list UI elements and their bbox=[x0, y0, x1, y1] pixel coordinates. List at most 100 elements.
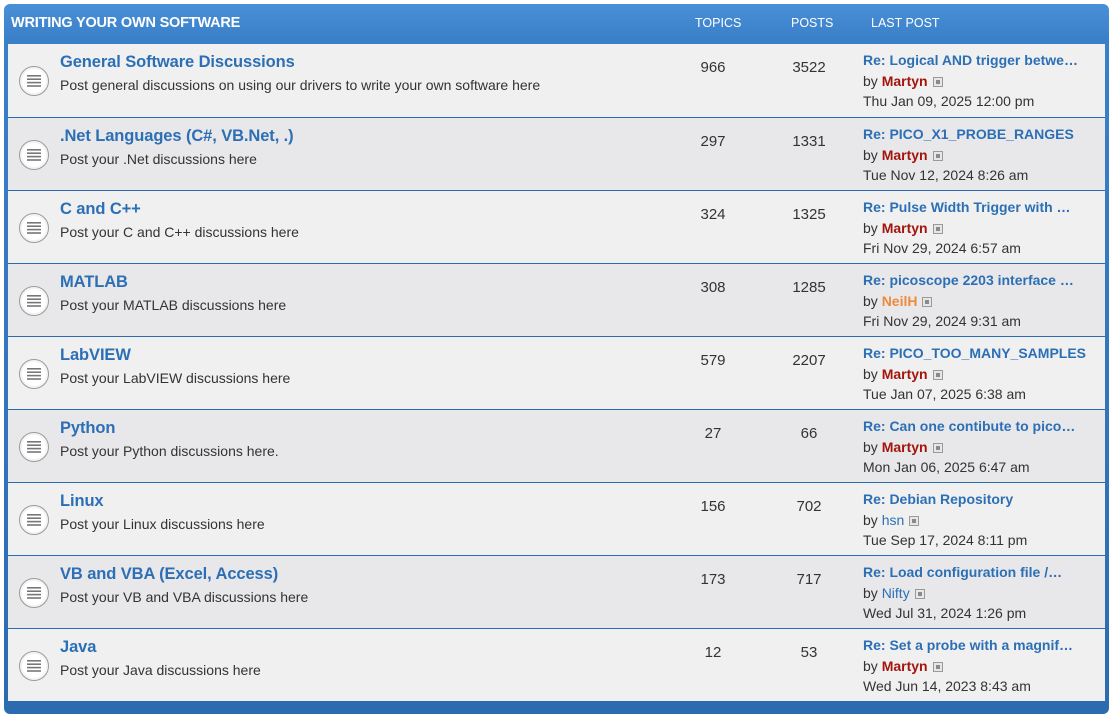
last-post-by-label: by bbox=[863, 658, 878, 674]
last-post-time: Fri Nov 29, 2024 6:57 am bbox=[863, 240, 1021, 256]
forum-posts-count: 1325 bbox=[792, 206, 826, 223]
forum-row: Python Post your Python discussions here… bbox=[8, 410, 1105, 483]
last-post-title-link[interactable]: Re: Set a probe with a magnif… bbox=[863, 637, 1098, 653]
forum-description: Post your Linux discussions here bbox=[60, 516, 265, 532]
forum-title-link[interactable]: C and C++ bbox=[60, 200, 141, 219]
last-post-title-link[interactable]: Re: Logical AND trigger betwe… bbox=[863, 52, 1098, 68]
last-post-by-label: by bbox=[863, 512, 878, 528]
forum-description: Post your Java discussions here bbox=[60, 662, 261, 678]
forum-topics-count: 297 bbox=[700, 133, 726, 150]
view-latest-post-icon[interactable] bbox=[932, 370, 943, 380]
last-post-by-label: by bbox=[863, 439, 878, 455]
forum-read-icon bbox=[19, 140, 49, 170]
last-post-user-link[interactable]: Martyn bbox=[882, 220, 928, 236]
forum-list: General Software Discussions Post genera… bbox=[8, 44, 1105, 702]
last-post-title-link[interactable]: Re: PICO_X1_PROBE_RANGES bbox=[863, 126, 1098, 142]
last-post-author: by NeilH bbox=[863, 293, 933, 309]
forum-title-link[interactable]: VB and VBA (Excel, Access) bbox=[60, 565, 278, 584]
view-latest-post-icon[interactable] bbox=[922, 297, 933, 307]
last-post-user-link[interactable]: NeilH bbox=[882, 293, 918, 309]
last-post-time: Wed Jul 31, 2024 1:26 pm bbox=[863, 605, 1027, 621]
forum-topics-count: 12 bbox=[704, 644, 722, 661]
last-post-user-link[interactable]: Martyn bbox=[882, 366, 928, 382]
forum-title-link[interactable]: .Net Languages (C#, VB.Net, .) bbox=[60, 127, 294, 146]
last-post-user-link[interactable]: Nifty bbox=[882, 585, 910, 601]
last-post-by-label: by bbox=[863, 220, 878, 236]
forum-title-link[interactable]: Java bbox=[60, 638, 96, 657]
view-latest-post-icon[interactable] bbox=[932, 443, 943, 453]
forum-description: Post your MATLAB discussions here bbox=[60, 297, 287, 313]
forum-posts-count: 66 bbox=[800, 425, 818, 442]
last-post-title-link[interactable]: Re: PICO_TOO_MANY_SAMPLES bbox=[863, 345, 1098, 361]
forum-title-link[interactable]: MATLAB bbox=[60, 273, 128, 292]
last-post-author: by Martyn bbox=[863, 439, 943, 455]
last-post-title-link[interactable]: Re: Pulse Width Trigger with … bbox=[863, 199, 1098, 215]
topics-column-header: TOPICS bbox=[695, 16, 742, 30]
forum-row: Linux Post your Linux discussions here 1… bbox=[8, 483, 1105, 556]
last-post-author: by Nifty bbox=[863, 585, 925, 601]
forum-description: Post general discussions on using our dr… bbox=[60, 77, 541, 93]
last-post-user-link[interactable]: Martyn bbox=[882, 439, 928, 455]
forum-description: Post your Python discussions here. bbox=[60, 443, 279, 459]
view-latest-post-icon[interactable] bbox=[932, 662, 943, 672]
last-post-title-link[interactable]: Re: Load configuration file /… bbox=[863, 564, 1098, 580]
view-latest-post-icon[interactable] bbox=[914, 589, 925, 599]
last-post-by-label: by bbox=[863, 73, 878, 89]
last-post-time: Thu Jan 09, 2025 12:00 pm bbox=[863, 93, 1035, 109]
last-post-time: Tue Nov 12, 2024 8:26 am bbox=[863, 167, 1029, 183]
last-post-author: by Martyn bbox=[863, 73, 943, 89]
last-post-user-link[interactable]: Martyn bbox=[882, 147, 928, 163]
forum-topics-count: 27 bbox=[704, 425, 722, 442]
forum-row: Java Post your Java discussions here 12 … bbox=[8, 629, 1105, 702]
forum-posts-count: 3522 bbox=[792, 59, 826, 76]
forum-posts-count: 717 bbox=[796, 571, 822, 588]
last-post-author: by hsn bbox=[863, 512, 920, 528]
forum-topics-count: 308 bbox=[700, 279, 726, 296]
category-title[interactable]: WRITING YOUR OWN SOFTWARE bbox=[11, 15, 240, 31]
forum-read-icon bbox=[19, 66, 49, 96]
view-latest-post-icon[interactable] bbox=[932, 151, 943, 161]
last-post-user-link[interactable]: Martyn bbox=[882, 73, 928, 89]
forum-read-icon bbox=[19, 505, 49, 535]
forum-description: Post your C and C++ discussions here bbox=[60, 224, 299, 240]
forum-posts-count: 1285 bbox=[792, 279, 826, 296]
last-post-time: Tue Sep 17, 2024 8:11 pm bbox=[863, 532, 1028, 548]
forum-read-icon bbox=[19, 578, 49, 608]
last-post-author: by Martyn bbox=[863, 658, 943, 674]
forum-title-link[interactable]: General Software Discussions bbox=[60, 53, 295, 72]
forum-topics-count: 579 bbox=[700, 352, 726, 369]
last-post-by-label: by bbox=[863, 147, 878, 163]
forum-topics-count: 173 bbox=[700, 571, 726, 588]
last-post-author: by Martyn bbox=[863, 220, 943, 236]
last-post-column-header: LAST POST bbox=[871, 16, 940, 30]
forum-read-icon bbox=[19, 651, 49, 681]
forum-description: Post your .Net discussions here bbox=[60, 151, 257, 167]
last-post-user-link[interactable]: Martyn bbox=[882, 658, 928, 674]
last-post-time: Wed Jun 14, 2023 8:43 am bbox=[863, 678, 1031, 694]
last-post-title-link[interactable]: Re: Debian Repository bbox=[863, 491, 1098, 507]
forum-row: VB and VBA (Excel, Access) Post your VB … bbox=[8, 556, 1105, 629]
forum-topics-count: 966 bbox=[700, 59, 726, 76]
forum-title-link[interactable]: Python bbox=[60, 419, 115, 438]
forum-posts-count: 1331 bbox=[792, 133, 826, 150]
forum-read-icon bbox=[19, 359, 49, 389]
view-latest-post-icon[interactable] bbox=[932, 224, 943, 234]
last-post-by-label: by bbox=[863, 585, 878, 601]
forum-topics-count: 156 bbox=[700, 498, 726, 515]
forum-title-link[interactable]: Linux bbox=[60, 492, 104, 511]
last-post-title-link[interactable]: Re: picoscope 2203 interface … bbox=[863, 272, 1098, 288]
forum-read-icon bbox=[19, 286, 49, 316]
forum-category-block: WRITING YOUR OWN SOFTWARE TOPICS POSTS L… bbox=[4, 4, 1109, 714]
last-post-time: Tue Jan 07, 2025 6:38 am bbox=[863, 386, 1026, 402]
last-post-by-label: by bbox=[863, 366, 878, 382]
view-latest-post-icon[interactable] bbox=[932, 77, 943, 87]
view-latest-post-icon[interactable] bbox=[909, 516, 920, 526]
last-post-user-link[interactable]: hsn bbox=[882, 512, 905, 528]
forum-row: MATLAB Post your MATLAB discussions here… bbox=[8, 264, 1105, 337]
last-post-title-link[interactable]: Re: Can one contibute to pico… bbox=[863, 418, 1098, 434]
forum-read-icon bbox=[19, 213, 49, 243]
forum-row: LabVIEW Post your LabVIEW discussions he… bbox=[8, 337, 1105, 410]
forum-title-link[interactable]: LabVIEW bbox=[60, 346, 131, 365]
last-post-author: by Martyn bbox=[863, 147, 943, 163]
forum-posts-count: 53 bbox=[800, 644, 818, 661]
